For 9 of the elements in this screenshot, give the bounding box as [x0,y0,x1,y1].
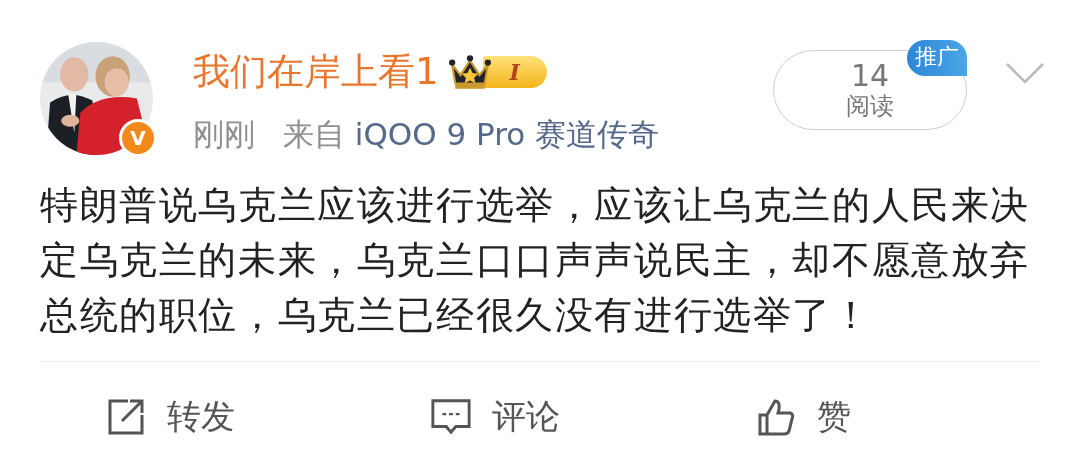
post-source: 来自 iQOO 9 Pro 赛道传奇 [283,115,660,154]
like-button[interactable]: 赞 [755,394,1080,440]
chevron-down-icon[interactable] [1005,62,1045,84]
post-time: 刚刚 [193,115,255,154]
comment-icon [430,397,472,437]
verified-badge: V [119,119,157,157]
repost-button[interactable]: 转发 [105,394,430,440]
comment-button[interactable]: 评论 [430,394,755,440]
post-text: 特朗普说乌克兰应该进行选举，应该让乌克兰的人民来决定乌克兰的未来，乌克兰口口声声说民主，却不愿意放弃总统的职位，乌克兰已经很久没有进行选举了！ [40,182,1031,339]
